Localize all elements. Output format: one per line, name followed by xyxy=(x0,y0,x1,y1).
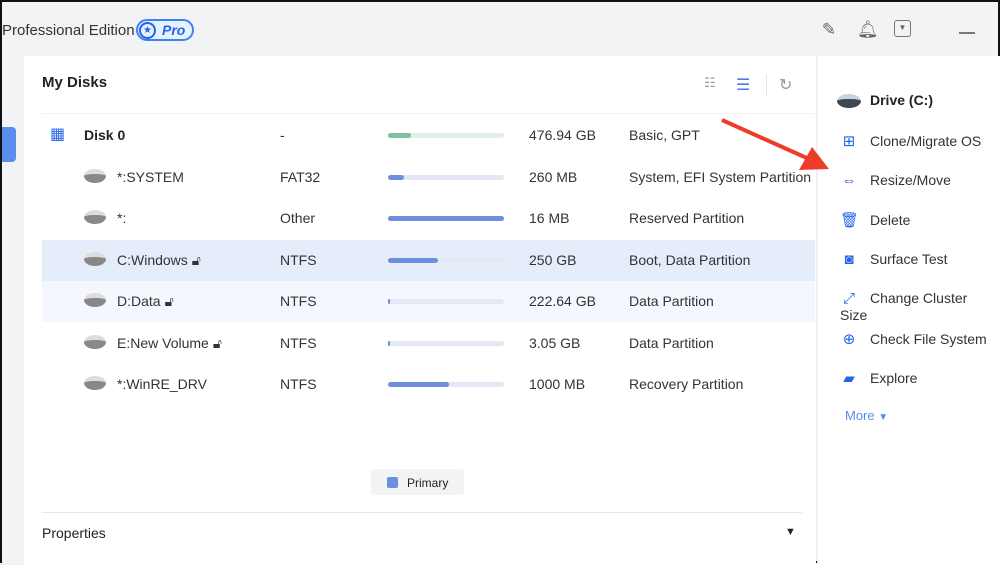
row-filesystem: NTFS xyxy=(280,376,317,392)
unlock-icon: 🔓︎ xyxy=(164,293,174,309)
row-type: Basic, GPT xyxy=(629,127,700,143)
unlock-icon: 🔓︎ xyxy=(191,251,201,268)
action-change-cluster-size[interactable]: ⤢ Change Cluster Size xyxy=(840,290,998,323)
action-delete[interactable]: 🗑︎ Delete xyxy=(840,211,910,229)
row-type: Data Partition xyxy=(629,334,714,351)
table-row[interactable]: ▦ Disk 0 - 476.94 GB Basic, GPT xyxy=(42,115,815,156)
row-name: *: xyxy=(117,210,127,226)
expand-triangle-icon[interactable]: ▼ xyxy=(785,526,796,538)
row-size: 3.05 GB xyxy=(529,334,581,351)
row-size: 16 MB xyxy=(529,210,570,226)
row-filesystem: NTFS xyxy=(280,293,317,309)
more-label: More xyxy=(845,408,875,423)
row-name: *:SYSTEM xyxy=(117,168,184,185)
pro-badge[interactable]: ★ Pro xyxy=(136,19,194,41)
partition-icon xyxy=(84,251,106,266)
check-fs-icon: ⊕ xyxy=(842,330,856,348)
legend-label: Primary xyxy=(407,476,449,490)
properties-header[interactable]: Properties xyxy=(42,525,106,541)
windows-icon: ⊞ xyxy=(842,133,856,150)
row-filesystem: Other xyxy=(280,210,316,226)
drive-icon xyxy=(837,94,861,108)
usage-bar xyxy=(388,257,504,263)
disk-icon: ▦ xyxy=(50,126,66,143)
partition-icon xyxy=(84,293,106,307)
legend-primary: Primary xyxy=(371,469,464,495)
caret-down-icon: ▼ xyxy=(878,412,889,423)
header-divider xyxy=(42,113,815,114)
row-name: E:New Volume 🔓︎ xyxy=(117,334,222,351)
table-row[interactable]: *:WinRE_DRV NTFS 1000 MB Recovery Partition xyxy=(42,364,815,405)
row-name: C:Windows 🔓︎ xyxy=(117,251,201,268)
row-size: 1000 MB xyxy=(529,376,586,392)
pro-label: Pro xyxy=(162,22,186,38)
partition-icon xyxy=(84,376,106,390)
action-label: Delete xyxy=(870,212,911,228)
usage-bar xyxy=(388,174,504,180)
row-name: D:Data 🔓︎ xyxy=(117,293,174,309)
row-type: Reserved Partition xyxy=(629,210,745,226)
minimize-icon[interactable] xyxy=(959,32,975,34)
action-label: Clone/Migrate OS xyxy=(870,133,982,149)
usage-bar xyxy=(388,133,504,138)
partition-icon xyxy=(84,210,106,224)
surface-test-icon: ◙ xyxy=(844,250,854,268)
divider xyxy=(42,512,802,513)
usage-bar xyxy=(388,340,504,346)
action-check-file-system[interactable]: ⊕ Check File System xyxy=(840,330,987,348)
action-explore[interactable]: ▰ Explore xyxy=(840,369,917,387)
action-label: Explore xyxy=(870,370,918,386)
trash-icon: 🗑︎ xyxy=(840,212,860,229)
notes-icon[interactable]: ✎ xyxy=(819,20,839,40)
folder-search-icon: ▰ xyxy=(843,370,855,387)
star-icon: ★ xyxy=(139,22,156,39)
page-title: My Disks xyxy=(42,74,108,91)
row-name: *:WinRE_DRV xyxy=(117,376,207,392)
refresh-icon[interactable]: ↻ xyxy=(779,75,792,95)
action-surface-test[interactable]: ◙ Surface Test xyxy=(840,250,948,268)
partition-icon xyxy=(84,334,106,349)
row-filesystem: - xyxy=(280,127,285,143)
legend-swatch xyxy=(387,477,398,488)
unlock-icon: 🔓︎ xyxy=(212,334,222,351)
table-row[interactable]: *:SYSTEM FAT32 260 MB System, EFI System Pa… xyxy=(42,157,815,198)
row-size: 250 GB xyxy=(529,251,577,268)
cluster-icon: ⤢ xyxy=(842,290,855,307)
drive-title: Drive (C:) xyxy=(870,92,934,108)
resize-icon: ⇔ xyxy=(841,171,857,189)
action-label: Check File System xyxy=(870,330,987,347)
partition-icon xyxy=(84,168,106,183)
row-filesystem: NTFS xyxy=(280,251,317,268)
action-label: Resize/Move xyxy=(870,171,951,188)
usage-bar xyxy=(388,216,504,221)
toolbar-divider xyxy=(766,74,767,96)
row-type: Boot, Data Partition xyxy=(629,251,751,268)
action-resize-move[interactable]: ⇔ Resize/Move xyxy=(840,172,951,189)
table-row[interactable]: D:Data 🔓︎ NTFS 222.64 GB Data Partition xyxy=(42,281,815,322)
row-type: Data Partition xyxy=(629,293,714,309)
row-size: 260 MB xyxy=(529,168,578,185)
dropdown-icon[interactable]: ▼ xyxy=(894,20,911,37)
usage-bar xyxy=(388,299,504,304)
usage-bar xyxy=(388,382,504,387)
annotation-arrow xyxy=(721,118,829,170)
row-size: 476.94 GB xyxy=(529,127,596,143)
row-filesystem: FAT32 xyxy=(280,168,321,185)
table-row[interactable]: C:Windows 🔓︎ NTFS 250 GB Boot, Data Partitio… xyxy=(42,239,815,281)
row-name: Disk 0 xyxy=(84,127,126,143)
row-size: 222.64 GB xyxy=(529,293,596,309)
sidebar-active-tab[interactable] xyxy=(2,127,16,162)
table-row[interactable]: *: Other 16 MB Reserved Partition xyxy=(42,198,815,239)
action-label: Surface Test xyxy=(870,250,948,267)
table-row[interactable]: E:New Volume 🔓︎ NTFS 3.05 GB Data Partition xyxy=(42,323,815,364)
action-label: Change Cluster Size xyxy=(840,290,968,323)
row-type: Recovery Partition xyxy=(629,376,744,392)
bell-icon[interactable]: 🔔︎ xyxy=(857,20,879,40)
app-title: Professional Edition xyxy=(2,22,135,39)
more-button[interactable]: More ▼ xyxy=(845,408,888,423)
grid-view-icon[interactable]: ☷ xyxy=(704,75,716,91)
action-clone-migrate-os[interactable]: ⊞ Clone/Migrate OS xyxy=(840,132,982,150)
row-filesystem: NTFS xyxy=(280,334,317,351)
list-view-icon[interactable]: ☰ xyxy=(736,75,750,95)
